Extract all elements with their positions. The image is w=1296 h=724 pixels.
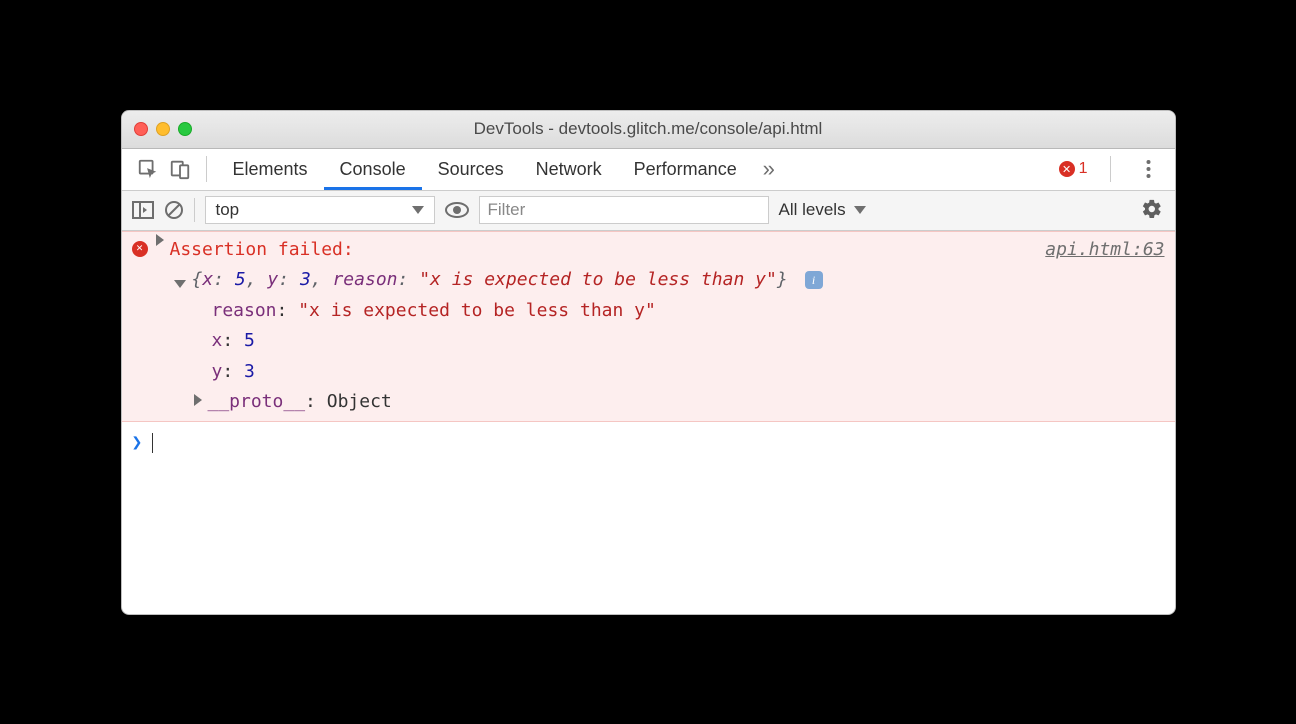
prompt-caret-icon: ❯ <box>132 428 143 459</box>
sidebar-toggle-icon[interactable] <box>132 201 154 219</box>
object-preview: {x: 5, y: 3, reason: "x is expected to b… <box>132 265 1165 296</box>
console-settings-icon[interactable] <box>1141 198 1165 222</box>
more-tabs-chevron-icon[interactable]: » <box>753 153 785 185</box>
inspect-icon[interactable] <box>132 153 164 185</box>
levels-label: All levels <box>779 200 846 220</box>
object-properties: reason: "x is expected to be less than y… <box>132 296 1165 388</box>
log-levels-dropdown[interactable]: All levels <box>779 200 866 220</box>
chevron-down-icon <box>412 206 424 214</box>
text-cursor <box>152 433 153 453</box>
property-row: reason: "x is expected to be less than y… <box>212 296 1165 327</box>
expand-toggle-icon[interactable] <box>194 394 202 406</box>
devtools-window: DevTools - devtools.glitch.me/console/ap… <box>121 110 1176 615</box>
proto-row: __proto__: Object <box>132 387 1165 418</box>
console-error-entry: ✕ Assertion failed: api.html:63 {x: 5, y… <box>122 231 1175 423</box>
window-title: DevTools - devtools.glitch.me/console/ap… <box>122 119 1175 139</box>
chevron-down-icon <box>854 206 866 214</box>
error-icon: ✕ <box>132 241 148 257</box>
source-link[interactable]: api.html:63 <box>1045 235 1164 266</box>
tab-performance[interactable]: Performance <box>618 149 753 190</box>
context-value: top <box>216 200 240 220</box>
console-filterbar: top All levels <box>122 191 1175 231</box>
kebab-menu-icon[interactable] <box>1133 153 1165 185</box>
filter-input[interactable] <box>479 196 769 224</box>
error-count: 1 <box>1079 160 1088 178</box>
console-prompt[interactable]: ❯ <box>122 422 1175 465</box>
main-tabbar: Elements Console Sources Network Perform… <box>122 149 1175 191</box>
clear-console-icon[interactable] <box>164 200 184 220</box>
zoom-window-button[interactable] <box>178 122 192 136</box>
error-count-badge[interactable]: ✕ 1 <box>1059 160 1088 178</box>
separator <box>194 198 195 222</box>
minimize-window-button[interactable] <box>156 122 170 136</box>
console-output: ✕ Assertion failed: api.html:63 {x: 5, y… <box>122 231 1175 614</box>
tab-elements[interactable]: Elements <box>217 149 324 190</box>
info-icon[interactable]: i <box>805 271 823 289</box>
titlebar: DevTools - devtools.glitch.me/console/ap… <box>122 111 1175 149</box>
device-toggle-icon[interactable] <box>164 153 196 185</box>
tab-sources[interactable]: Sources <box>422 149 520 190</box>
separator <box>1110 156 1111 182</box>
expand-toggle-icon[interactable] <box>156 234 164 246</box>
tab-console[interactable]: Console <box>324 149 422 190</box>
property-row: y: 3 <box>212 357 1165 388</box>
execution-context-dropdown[interactable]: top <box>205 196 435 224</box>
error-icon: ✕ <box>1059 161 1075 177</box>
traffic-lights <box>134 122 192 136</box>
close-window-button[interactable] <box>134 122 148 136</box>
separator <box>206 156 207 182</box>
property-row: x: 5 <box>212 326 1165 357</box>
assertion-message: Assertion failed: <box>170 235 354 266</box>
tab-network[interactable]: Network <box>520 149 618 190</box>
collapse-toggle-icon[interactable] <box>174 280 186 288</box>
live-expression-icon[interactable] <box>445 202 469 218</box>
